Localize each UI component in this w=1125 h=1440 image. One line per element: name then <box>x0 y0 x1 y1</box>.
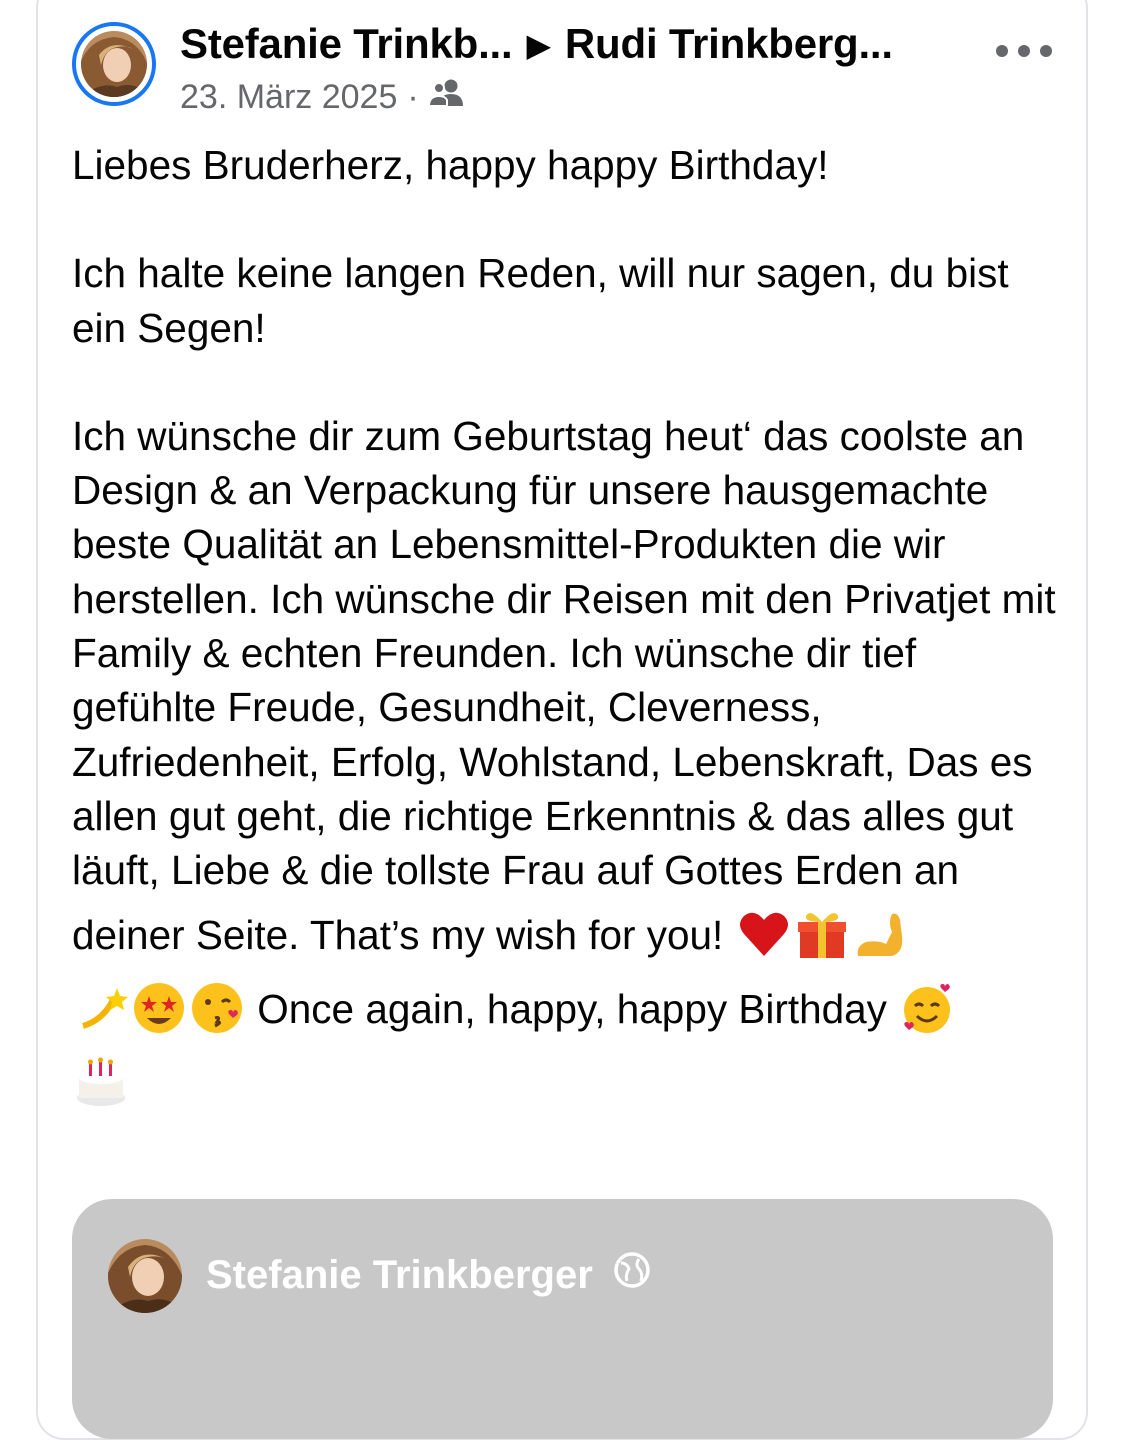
star-struck-emoji <box>131 980 187 1036</box>
shared-post-preview[interactable]: Stefanie Trinkberger <box>72 1199 1053 1439</box>
shared-author-name[interactable]: Stefanie Trinkberger <box>206 1253 593 1298</box>
author-avatar-image <box>81 31 147 97</box>
friends-icon <box>427 78 465 117</box>
recipient-name[interactable]: Rudi Trinkberg... <box>565 20 893 68</box>
heart-emoji <box>736 906 792 962</box>
post-line: deiner Seite. That’s my wish for you! <box>72 898 1062 972</box>
meta-separator: · <box>407 78 419 116</box>
post-line-text: deiner Seite. That’s my wish for you! <box>72 911 724 958</box>
post-header-names: Stefanie Trinkb... ▶ Rudi Trinkberg... <box>180 20 893 68</box>
post-date[interactable]: 23. März 2025 <box>180 78 397 117</box>
post-paragraph: Ich wünsche dir zum Geburtstag heut‘ das… <box>72 412 1056 894</box>
more-dot <box>1018 45 1030 57</box>
more-dot <box>996 45 1008 57</box>
birthday-cake-emoji <box>73 1054 129 1110</box>
post-paragraph: Liebes Bruderherz, happy happy Birthday! <box>72 142 829 188</box>
shared-author-avatar[interactable] <box>108 1239 182 1313</box>
post-message: Liebes Bruderherz, happy happy Birthday!… <box>72 138 1062 1120</box>
post-line-text: Once again, happy, happy Birthday <box>257 985 887 1032</box>
more-dot <box>1040 45 1052 57</box>
kiss-emoji <box>189 980 245 1036</box>
smiling-hearts-emoji <box>899 980 955 1036</box>
shared-author: Stefanie Trinkberger <box>206 1251 651 1299</box>
flexed-biceps-emoji <box>852 906 908 962</box>
author-avatar[interactable] <box>72 22 156 106</box>
gift-emoji <box>794 906 850 962</box>
more-options-icon[interactable] <box>996 36 1052 66</box>
globe-icon <box>613 1251 651 1299</box>
post-line <box>72 1046 1062 1120</box>
post-line: Once again, happy, happy Birthday <box>72 972 1062 1046</box>
shared-to-arrow: ▶ <box>526 27 551 63</box>
post-meta: 23. März 2025 · <box>180 78 465 117</box>
dizzy-emoji <box>73 980 129 1036</box>
author-name[interactable]: Stefanie Trinkb... <box>180 20 513 68</box>
post-paragraph: Ich halte keine langen Reden, will nur s… <box>72 250 1009 351</box>
